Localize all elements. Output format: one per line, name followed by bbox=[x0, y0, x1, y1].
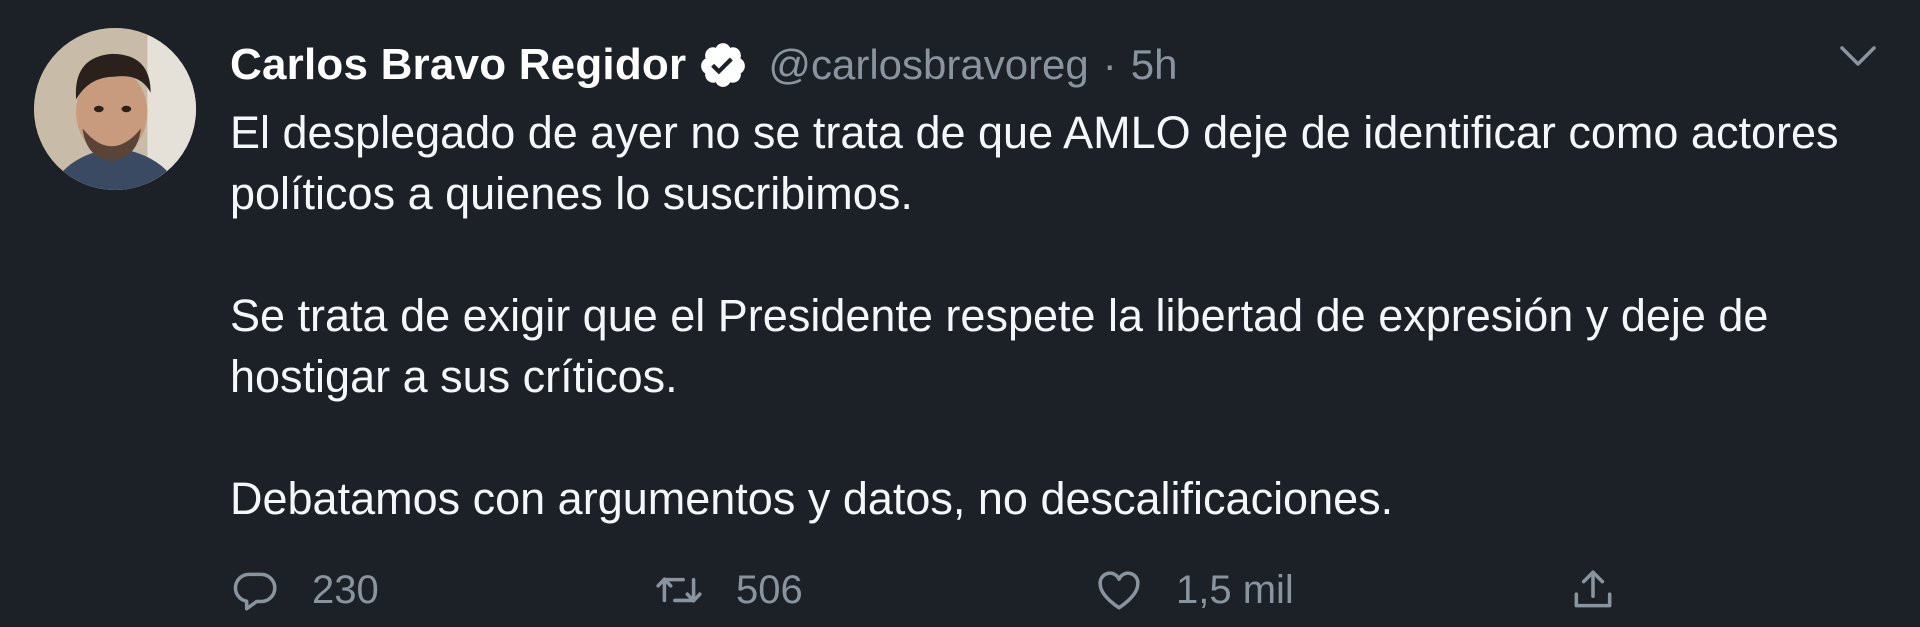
separator-dot: · bbox=[1102, 41, 1117, 88]
tweet-actions: 230 506 1,5 mil bbox=[230, 562, 1890, 618]
more-options-chevron-down-icon[interactable] bbox=[1836, 38, 1880, 74]
reply-count: 230 bbox=[312, 567, 379, 612]
retweet-icon bbox=[654, 565, 704, 615]
author-name[interactable]: Carlos Bravo Regidor bbox=[230, 40, 686, 90]
verified-badge-icon bbox=[698, 40, 748, 90]
author-handle[interactable]: @carlosbravoreg bbox=[768, 41, 1088, 89]
share-icon bbox=[1568, 565, 1618, 615]
retweet-count: 506 bbox=[736, 567, 803, 612]
tweet-paragraph: Se trata de exigir que el Presidente res… bbox=[230, 290, 1769, 402]
tweet-text: El desplegado de ayer no se trata de que… bbox=[230, 102, 1890, 529]
like-count: 1,5 mil bbox=[1176, 567, 1294, 612]
tweet-paragraph: Debatamos con argumentos y datos, no des… bbox=[230, 473, 1394, 524]
like-button[interactable]: 1,5 mil bbox=[1094, 562, 1294, 618]
tweet-paragraph: El desplegado de ayer no se trata de que… bbox=[230, 107, 1839, 219]
tweet: Carlos Bravo Regidor @carlosbravoreg · 5… bbox=[0, 0, 1920, 627]
retweet-button[interactable]: 506 bbox=[654, 562, 803, 618]
reply-icon bbox=[230, 565, 280, 615]
reply-button[interactable]: 230 bbox=[230, 562, 379, 618]
avatar-image bbox=[34, 28, 196, 190]
tweet-timestamp[interactable]: 5h bbox=[1131, 41, 1178, 89]
tweet-header: Carlos Bravo Regidor @carlosbravoreg · 5… bbox=[230, 30, 1178, 100]
avatar[interactable] bbox=[34, 28, 196, 190]
share-button[interactable] bbox=[1568, 562, 1618, 618]
heart-icon bbox=[1094, 565, 1144, 615]
